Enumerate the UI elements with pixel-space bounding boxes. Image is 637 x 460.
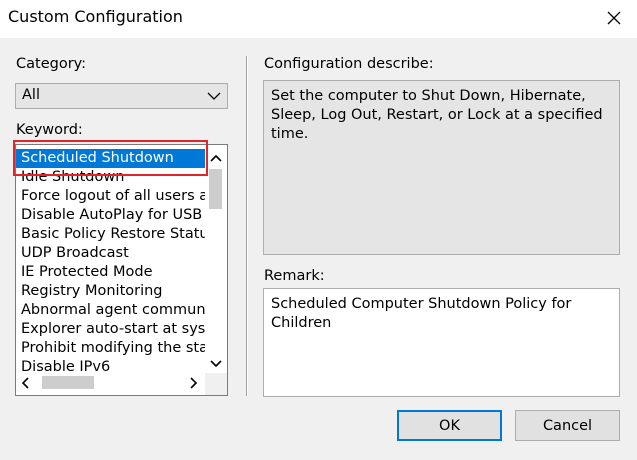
describe-label: Configuration describe: <box>264 56 434 72</box>
keyword-list-item[interactable]: Prohibit modifying the star <box>16 339 205 358</box>
title-bar: Custom Configuration <box>0 0 637 38</box>
chevron-left-icon <box>21 377 29 389</box>
keyword-list-item[interactable]: Force logout of all users a <box>16 187 205 206</box>
scroll-right-button[interactable] <box>185 372 203 394</box>
scrollbar-corner <box>205 373 227 395</box>
keyword-list-item[interactable]: Explorer auto-start at sys <box>16 320 205 339</box>
category-label: Category: <box>16 56 87 72</box>
keyword-list-item[interactable]: Disable AutoPlay for USB d <box>16 206 205 225</box>
remark-textarea[interactable]: Scheduled Computer Shutdown Policy for C… <box>263 288 620 397</box>
keyword-list-item[interactable]: Abnormal agent communic <box>16 301 205 320</box>
scroll-up-button[interactable] <box>205 149 227 167</box>
keyword-listbox[interactable]: Scheduled Shutdown Idle Shutdown Force log… <box>15 144 228 396</box>
category-dropdown[interactable]: All <box>15 83 228 109</box>
keyword-list-item[interactable]: IE Protected Mode <box>16 263 205 282</box>
scroll-left-button[interactable] <box>16 372 34 394</box>
describe-textarea[interactable]: Set the computer to Shut Down, Hibernate… <box>263 80 620 255</box>
keyword-list-item[interactable]: Basic Policy Restore Statu <box>16 225 205 244</box>
horizontal-scroll-thumb[interactable] <box>42 376 94 389</box>
chevron-down-icon <box>207 92 221 100</box>
chevron-down-icon <box>210 360 222 368</box>
vertical-scroll-thumb[interactable] <box>209 169 222 209</box>
keyword-label: Keyword: <box>16 122 83 138</box>
remark-label: Remark: <box>264 268 325 284</box>
chevron-right-icon <box>190 377 198 389</box>
close-button[interactable] <box>591 0 637 36</box>
cancel-button[interactable]: Cancel <box>515 410 620 441</box>
highlight-annotation-box <box>13 140 208 176</box>
keyword-list-items: Scheduled Shutdown Idle Shutdown Force log… <box>16 149 205 375</box>
close-icon <box>607 11 621 25</box>
keyword-list-item[interactable]: UDP Broadcast <box>16 244 205 263</box>
scroll-down-button[interactable] <box>205 355 227 373</box>
horizontal-scrollbar[interactable] <box>16 372 205 394</box>
vertical-scrollbar[interactable] <box>205 149 227 373</box>
vertical-divider <box>246 56 248 396</box>
keyword-list-item[interactable]: Registry Monitoring <box>16 282 205 301</box>
chevron-up-icon <box>210 154 222 162</box>
category-selected-value: All <box>22 87 40 103</box>
ok-button[interactable]: OK <box>397 410 502 441</box>
window-title: Custom Configuration <box>8 7 183 26</box>
